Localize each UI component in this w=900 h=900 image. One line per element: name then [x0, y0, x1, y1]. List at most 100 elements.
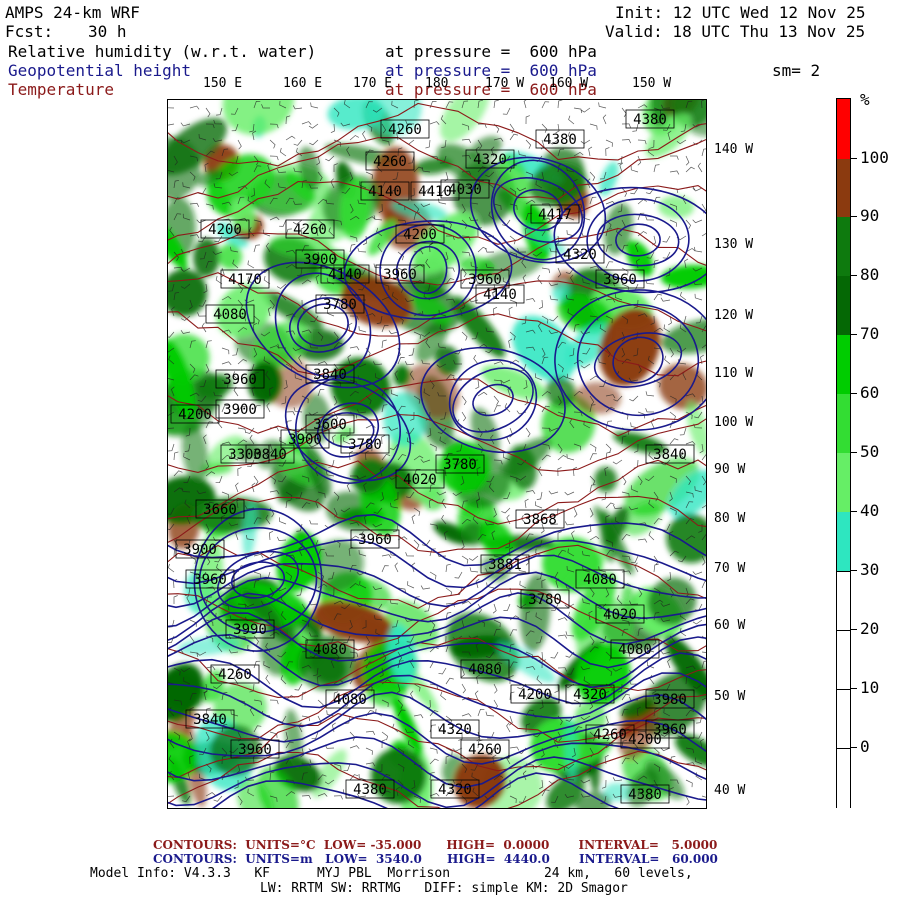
temp-contour-info: CONTOURS: UNITS=°C LOW= -35.000 HIGH= 0.…: [153, 838, 718, 852]
wind-barb: [408, 347, 415, 356]
height-label: 4260: [380, 119, 430, 139]
wind-barb: [292, 105, 303, 110]
svg-text:3960: 3960: [383, 267, 417, 283]
height-label: 4200: [510, 684, 560, 704]
smoothing-label: sm= 2: [772, 61, 821, 80]
model-info-line2: LW: RRTM SW: RRTMG DIFF: simple KM: 2D S…: [260, 881, 628, 896]
svg-text:4380: 4380: [628, 787, 662, 803]
wind-barb: [269, 699, 279, 705]
colorbar-tick: [851, 216, 857, 217]
wind-barb: [310, 102, 319, 109]
wind-barb: [469, 567, 479, 573]
svg-text:4030: 4030: [448, 182, 482, 198]
wind-barb: [180, 330, 191, 334]
wind-barb: [549, 315, 559, 322]
wind-barb: [645, 391, 655, 397]
svg-text:3960: 3960: [358, 532, 392, 548]
height-label: 4080: [575, 569, 625, 589]
wind-barb: [397, 357, 405, 365]
svg-text:3780: 3780: [348, 437, 382, 453]
wind-barb: [525, 427, 531, 438]
wind-barb: [237, 358, 247, 365]
wind-barb: [548, 490, 559, 495]
svg-text:3660: 3660: [203, 502, 237, 518]
map-panel[interactable]: 4260 4380 4320 4380 4260 4410 4140 4030 4417 4320…: [167, 99, 707, 809]
height-label: 3960: [375, 264, 425, 284]
wind-barb: [660, 297, 671, 302]
wind-barb: [404, 361, 415, 366]
wind-barb: [411, 514, 416, 525]
svg-text:3780: 3780: [528, 592, 562, 608]
longitude-label-top: 180: [425, 76, 449, 91]
wind-barb: [269, 216, 280, 221]
wind-barb: [346, 482, 351, 493]
wind-barb: [365, 730, 376, 736]
height-label: 3780: [520, 589, 570, 609]
colorbar-tick: [851, 452, 857, 453]
wind-barb: [612, 504, 623, 509]
wind-barb: [429, 121, 440, 125]
wind-barb: [253, 571, 262, 579]
wind-barb: [701, 454, 706, 461]
svg-text:4140: 4140: [328, 267, 362, 283]
wind-barb: [247, 260, 255, 269]
svg-text:4080: 4080: [313, 642, 347, 658]
longitude-label-right: 40 W: [714, 783, 746, 798]
wind-barb: [525, 490, 536, 494]
longitude-label-right: 120 W: [714, 308, 754, 323]
wind-barb: [373, 215, 383, 221]
wind-barb: [589, 171, 596, 181]
wind-barb: [669, 438, 679, 445]
wind-barb: [653, 563, 659, 573]
wind-barb: [493, 361, 504, 365]
longitude-label-top: 170 W: [485, 76, 525, 91]
longitude-label-right: 60 W: [714, 618, 746, 633]
wind-barb: [445, 587, 453, 597]
wind-barb: [541, 101, 550, 109]
wind-barb: [454, 571, 463, 579]
longitude-label-right: 50 W: [714, 689, 746, 704]
map-canvas: 4260438043204380426044104140 403044174320…: [168, 100, 706, 808]
wind-barb: [508, 338, 513, 349]
height-label: 4200: [200, 219, 250, 239]
height-label: 3840: [645, 444, 695, 464]
svg-text:4320: 4320: [563, 247, 597, 263]
wind-barb: [685, 779, 693, 788]
field-rh-name: Relative humidity (w.r.t. water): [8, 42, 317, 61]
longitude-label-right: 140 W: [714, 142, 754, 157]
svg-text:3840: 3840: [253, 447, 287, 463]
height-label: 3868: [515, 509, 565, 529]
wind-barb: [541, 267, 551, 274]
svg-text:4080: 4080: [583, 572, 617, 588]
wind-barb: [473, 354, 479, 365]
wind-barb: [285, 411, 296, 416]
svg-text:4260: 4260: [293, 222, 327, 238]
longitude-label-right: 100 W: [714, 415, 754, 430]
wind-barb: [266, 402, 271, 413]
svg-text:4080: 4080: [618, 642, 652, 658]
height-label: 4320: [430, 719, 480, 739]
wind-barb: [461, 331, 468, 341]
wind-barb: [568, 115, 575, 125]
svg-text:3840: 3840: [313, 367, 347, 383]
wind-barb: [269, 139, 276, 149]
wind-barb: [357, 247, 367, 253]
wind-barb: [621, 570, 632, 575]
svg-text:4320: 4320: [438, 722, 472, 738]
field-height-name: Geopotential height: [8, 61, 192, 80]
svg-text:4260: 4260: [468, 742, 502, 758]
height-label: 4380: [345, 779, 395, 799]
wind-barb: [537, 466, 543, 477]
wind-barb: [653, 293, 662, 301]
wind-barb: [663, 324, 671, 333]
wind-barb: [461, 138, 472, 144]
height-label: 4380: [620, 784, 670, 804]
svg-text:4320: 4320: [438, 782, 472, 798]
wind-barb: [630, 165, 639, 173]
wind-barb: [605, 139, 613, 147]
wind-barb: [550, 651, 559, 659]
colorbar-tick: [851, 334, 857, 335]
humidity-patch: [658, 195, 695, 219]
height-label: 4200: [620, 729, 670, 749]
longitude-label-top: 170 E: [353, 76, 393, 91]
